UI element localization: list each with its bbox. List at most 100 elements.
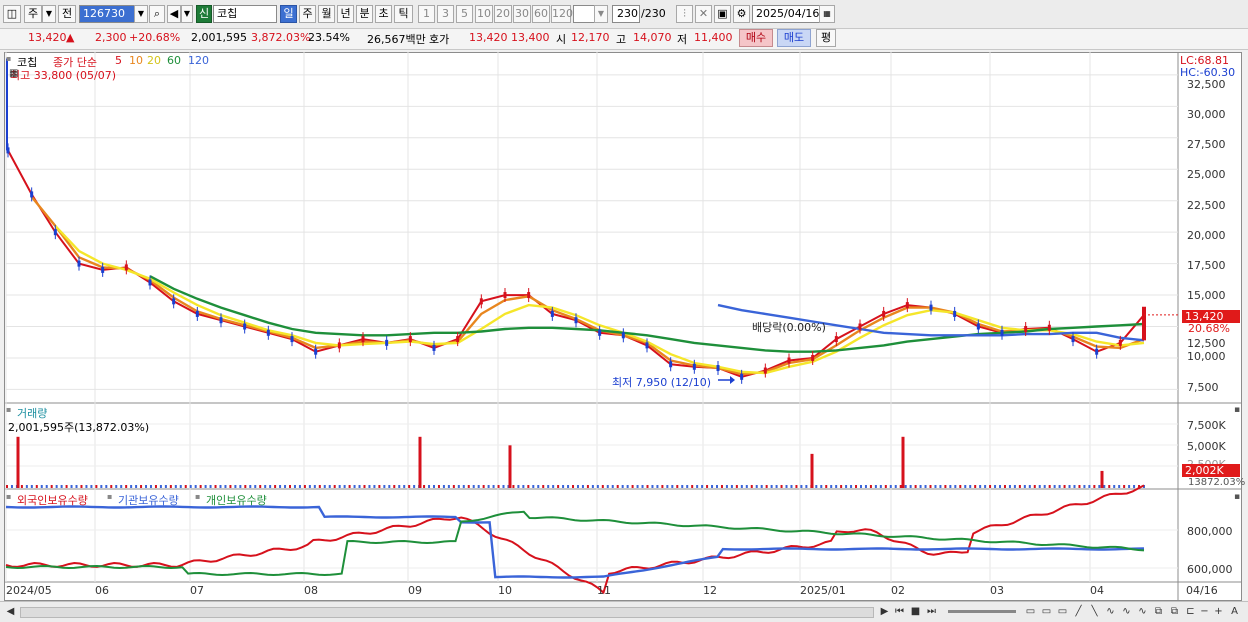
gear-icon[interactable]: ⚙ (733, 5, 750, 23)
interval-20[interactable]: 20 (494, 5, 512, 23)
volume-bar (1133, 485, 1136, 488)
up-arrow-icon: ▲ (66, 31, 75, 44)
period-year[interactable]: 년 (337, 5, 354, 23)
zoom-slider[interactable] (948, 610, 1016, 613)
volume-bar (656, 485, 659, 488)
last-icon[interactable]: ⏭ (925, 605, 938, 618)
volume-bar (1003, 485, 1006, 488)
volume-bar (368, 485, 371, 488)
code-dropdown-icon[interactable]: ▼ (134, 5, 148, 23)
custom-interval-input[interactable] (573, 5, 595, 23)
period-minute[interactable]: 분 (356, 5, 373, 23)
stock-name-field[interactable]: 코칩 (213, 5, 277, 23)
layout-icon[interactable]: ▭ (1056, 605, 1069, 618)
save-icon[interactable]: ▣ (714, 5, 731, 23)
candle-body (598, 329, 602, 336)
draw-line-icon[interactable]: ╲ (1088, 605, 1101, 618)
crosshair-icon[interactable]: ✕ (695, 5, 712, 23)
period-day[interactable]: 일 (280, 5, 297, 23)
chart-canvas[interactable] (4, 52, 1242, 601)
candle-body (385, 339, 389, 346)
draw-line-icon[interactable]: ∿ (1104, 605, 1117, 618)
volume-bar (373, 485, 376, 488)
window-icon[interactable]: ◫ (3, 5, 21, 23)
volume-bar (502, 485, 505, 488)
speaker-dropdown-icon[interactable]: ▼ (181, 5, 193, 23)
volume-bar (924, 485, 927, 488)
x-tick: 04/16 (1186, 584, 1218, 597)
volume-bar (447, 485, 450, 488)
interval-60[interactable]: 60 (532, 5, 550, 23)
volume-bar (298, 485, 301, 488)
draw-line-icon[interactable]: ∿ (1120, 605, 1133, 618)
draw-line-icon[interactable]: ∿ (1136, 605, 1149, 618)
volume-bar (591, 485, 594, 488)
split-icon[interactable]: ⊏ (1184, 605, 1197, 618)
horizontal-scrollbar[interactable] (20, 607, 874, 618)
volume-spike-bar (16, 436, 20, 488)
scroll-left-icon[interactable]: ◀ (4, 605, 17, 618)
pyeong-button[interactable]: 평 (816, 29, 836, 47)
sell-button[interactable]: 매도 (777, 29, 811, 47)
minus-icon[interactable]: − (1198, 605, 1211, 618)
search-icon[interactable]: ⌕ (149, 5, 165, 23)
candle-body (1000, 329, 1004, 336)
date-input[interactable]: 2025/04/16 (752, 5, 820, 23)
x-tick: 07 (190, 584, 204, 597)
layout-icon[interactable]: ▭ (1024, 605, 1037, 618)
first-icon[interactable]: ⏮ (893, 605, 906, 618)
x-tick: 06 (95, 584, 109, 597)
interval-3[interactable]: 3 (437, 5, 454, 23)
calendar-small-icon[interactable]: ▦ (9, 68, 18, 79)
chevron-down-icon[interactable]: ▼ (42, 5, 56, 23)
jeon-button[interactable]: 전 (58, 5, 76, 23)
stop-icon[interactable]: ■ (909, 605, 922, 618)
volume-bar (140, 485, 143, 488)
text-size-icon[interactable]: A (1228, 605, 1241, 618)
interval-1[interactable]: 1 (418, 5, 435, 23)
stock-code-input[interactable]: 126730 (79, 5, 135, 23)
layout-icon[interactable]: ▭ (1040, 605, 1053, 618)
interval-120[interactable]: 120 (551, 5, 573, 23)
interval-10[interactable]: 10 (475, 5, 493, 23)
low-label: 저 (677, 33, 688, 46)
plus-icon[interactable]: + (1212, 605, 1225, 618)
volume-bar (835, 485, 838, 488)
volume-bar (224, 485, 227, 488)
copy-icon[interactable]: ⧉ (1152, 605, 1165, 618)
volume-bar (547, 485, 550, 488)
copy-icon[interactable]: ⧉ (1168, 605, 1181, 618)
jong-button[interactable]: 주 (24, 5, 42, 23)
volume-bar (691, 485, 694, 488)
period-tick[interactable]: 틱 (394, 5, 413, 23)
period-week[interactable]: 주 (299, 5, 316, 23)
volume-bar (596, 485, 599, 488)
volume-bar (353, 485, 356, 488)
volume-bar (899, 485, 902, 488)
volume-bar (1108, 485, 1111, 488)
volume-bar (894, 485, 897, 488)
draw-line-icon[interactable]: ╱ (1072, 605, 1085, 618)
volume-bar (641, 485, 644, 488)
scroll-right-icon[interactable]: ▶ (878, 605, 891, 618)
candle-body (30, 191, 34, 198)
period-second[interactable]: 초 (375, 5, 392, 23)
candles-icon[interactable]: ⫶ (676, 5, 693, 23)
count-input[interactable]: 230 (612, 5, 640, 23)
close-icon[interactable]: ▪ (1234, 405, 1240, 415)
speaker-icon[interactable]: ◀ (167, 5, 181, 23)
low-price: 11,400 (694, 31, 733, 44)
interval-5[interactable]: 5 (456, 5, 473, 23)
volume-bar (184, 485, 187, 488)
interval-dropdown-icon[interactable]: ▼ (594, 5, 608, 23)
volume-bar (1043, 485, 1046, 488)
buy-button[interactable]: 매수 (739, 29, 773, 47)
close-icon[interactable]: ▪ (1234, 492, 1240, 502)
volume-bar (75, 485, 78, 488)
volume-bar (60, 485, 63, 488)
y-tick: 7,500K (1187, 419, 1226, 432)
period-month[interactable]: 월 (318, 5, 335, 23)
volume-bar (110, 485, 113, 488)
interval-30[interactable]: 30 (513, 5, 531, 23)
calendar-icon[interactable]: ▦ (819, 5, 835, 23)
